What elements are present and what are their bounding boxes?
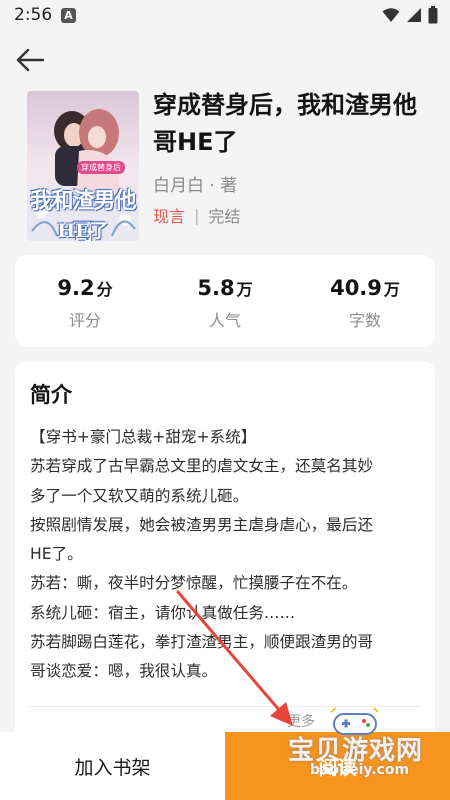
book-meta: 现言 | 完结: [153, 203, 240, 227]
stat-word-count: 40.9 万 字数: [295, 255, 435, 347]
intro-line: 多了一个又软又萌的系统儿砸。: [30, 486, 249, 505]
intro-line: 苏若：嘶，夜半时分梦惊醒，忙摸腰子在不在。: [30, 574, 358, 593]
read-button[interactable]: 阅读: [225, 732, 450, 800]
stat-value: 40.9: [330, 276, 382, 300]
book-cover[interactable]: 穿成替身后 我和渣男他哥 HE了: [27, 91, 139, 241]
bottom-action-bar: 加入书架 阅读: [0, 732, 450, 800]
intro-line: 【穿书+豪门总裁+甜宠+系统】: [30, 428, 257, 446]
stat-rating: 9.2 分 评分: [15, 255, 155, 347]
add-to-shelf-button[interactable]: 加入书架: [0, 732, 225, 800]
completion-status: 完结: [208, 207, 241, 226]
intro-divider: [30, 706, 420, 707]
cover-tag: 穿成替身后: [77, 161, 125, 174]
back-button[interactable]: [12, 42, 48, 78]
intro-line: HE了。: [30, 545, 83, 564]
battery-icon: [428, 6, 438, 24]
status-icons: [382, 6, 438, 24]
stat-label: 人气: [208, 311, 241, 330]
book-detail-screen: 2:56 A 穿成替身后 我和渣男他哥 HE了 穿成替身后，我和渣男他哥HE了 …: [0, 0, 450, 800]
notification-icon: A: [61, 8, 76, 23]
intro-text: 【穿书+豪门总裁+甜宠+系统】 苏若穿成了古早霸总文里的虐文女主，还莫名其妙 多…: [30, 423, 430, 687]
intro-line: 苏若穿成了古早霸总文里的虐文女主，还莫名其妙: [30, 457, 374, 476]
stat-unit: 分: [96, 280, 113, 299]
stat-unit: 万: [383, 280, 400, 299]
cellular-signal-icon: [407, 8, 421, 22]
stat-label: 评分: [68, 311, 101, 330]
meta-separator: |: [194, 205, 200, 225]
cover-subtitle-text: HE了: [57, 220, 109, 241]
status-bar: 2:56 A: [0, 0, 450, 32]
back-arrow-icon: [16, 48, 45, 72]
intro-line: 系统儿砸：宿主，请你认真做任务……: [30, 603, 296, 622]
book-title: 穿成替身后，我和渣男他哥HE了: [153, 91, 417, 156]
stat-value: 5.8: [197, 276, 235, 300]
intro-line: 苏若脚踢白莲花，拳打渣渣男主，顺便跟渣男的哥: [30, 633, 374, 652]
wifi-icon: [382, 8, 400, 22]
intro-line: 按照剧情发展，她会被渣男男主虐身虐心，最后还: [30, 515, 374, 534]
stat-popularity: 5.8 万 人气: [155, 255, 295, 347]
genre-tag[interactable]: 现言: [153, 203, 185, 227]
intro-heading: 简介: [30, 383, 72, 407]
stat-unit: 万: [236, 280, 253, 299]
intro-line: 哥谈恋爱：嗯，我很认真。: [30, 662, 218, 681]
status-time: 2:56: [14, 5, 53, 25]
stats-card: 9.2 分 评分 5.8 万 人气 40.9 万 字数: [15, 255, 435, 347]
stat-label: 字数: [348, 311, 381, 330]
stat-value: 9.2: [57, 276, 95, 300]
book-author: 白月白 · 著: [153, 176, 238, 196]
read-button-label: 阅读: [318, 756, 357, 779]
intro-more-link[interactable]: 更多: [287, 711, 315, 731]
